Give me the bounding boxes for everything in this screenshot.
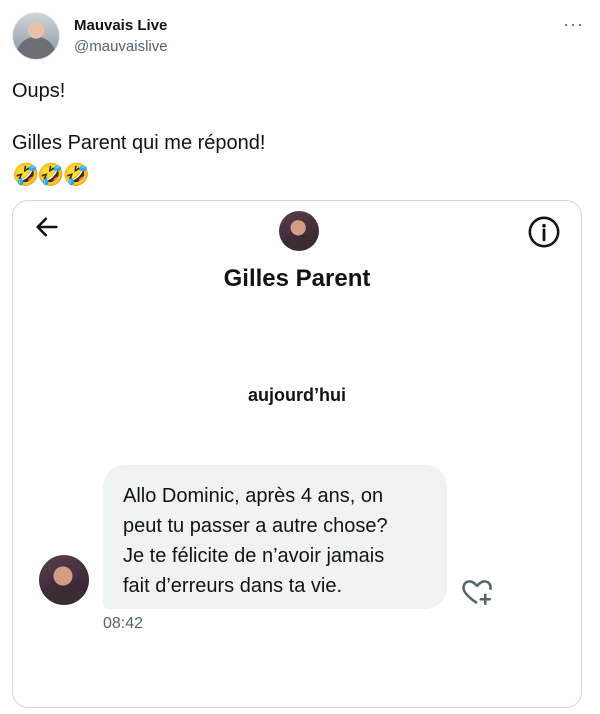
author-handle[interactable]: @mauvaislive bbox=[74, 38, 168, 55]
more-options-icon[interactable]: ··· bbox=[563, 14, 584, 35]
author-avatar[interactable] bbox=[12, 12, 60, 60]
contact-avatar[interactable] bbox=[279, 211, 319, 251]
tweet-emoji: 🤣🤣🤣 bbox=[12, 162, 90, 187]
contact-name: Gilles Parent bbox=[223, 265, 371, 292]
heart-plus-icon[interactable] bbox=[459, 573, 495, 609]
back-arrow-icon[interactable] bbox=[33, 213, 61, 241]
info-icon[interactable] bbox=[527, 215, 561, 249]
tweet-line: Gilles Parent qui me répond! bbox=[12, 132, 266, 154]
media-card[interactable]: Gilles Parent aujourd’hui Allo Dominic, … bbox=[12, 200, 582, 708]
tweet-text: Oups! Gilles Parent qui me répond! bbox=[12, 78, 265, 156]
tweet-line bbox=[12, 104, 265, 130]
message-bubble[interactable]: Allo Dominic, après 4 ans, on peut tu pa… bbox=[103, 465, 447, 609]
message-time: 08:42 bbox=[103, 615, 144, 632]
author-display-name[interactable]: Mauvais Live bbox=[74, 17, 167, 34]
date-separator: aujourd’hui bbox=[248, 385, 346, 405]
message-line: fait d’erreurs dans ta vie. bbox=[123, 575, 342, 597]
tweet-line: Oups! bbox=[12, 80, 66, 102]
message-line: Allo Dominic, après 4 ans, on bbox=[123, 485, 384, 507]
tweet-header: Mauvais Live @mauvaislive ··· bbox=[12, 12, 588, 64]
message-line: peut tu passer a autre chose? bbox=[123, 515, 388, 537]
message-line: Je te félicite de n’avoir jamais bbox=[123, 545, 385, 567]
sender-avatar[interactable] bbox=[39, 555, 89, 605]
